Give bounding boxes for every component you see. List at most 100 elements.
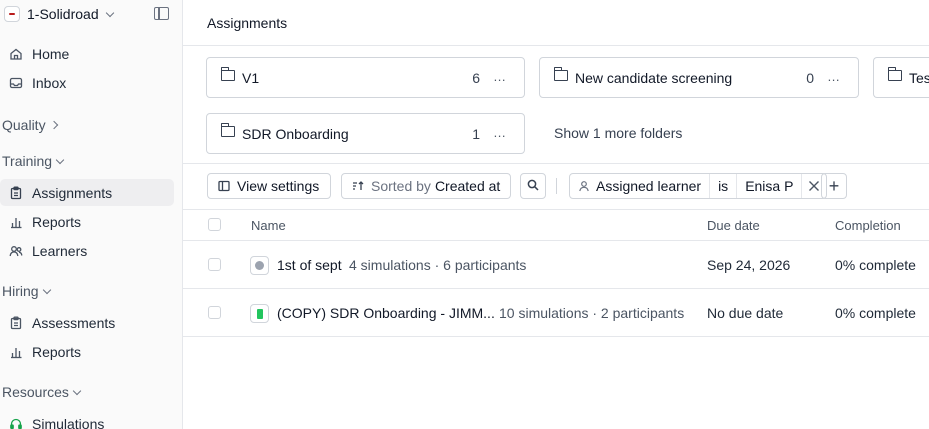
bar-chart-icon — [9, 215, 23, 229]
sort-button[interactable]: Sorted by Created at — [341, 173, 511, 199]
section-quality[interactable]: Quality — [2, 117, 58, 133]
search-button[interactable] — [520, 173, 546, 199]
workspace-name: 1-Solidroad — [27, 6, 99, 22]
folder-more-button[interactable]: ... — [494, 125, 506, 140]
table-row[interactable]: (COPY) SDR Onboarding - JIMM... 10 simul… — [183, 289, 929, 337]
inbox-icon — [9, 76, 23, 90]
sort-value: Created at — [434, 178, 501, 194]
row-checkbox[interactable] — [208, 258, 221, 271]
sidebar-item-home[interactable]: Home — [0, 40, 174, 67]
search-icon — [527, 178, 539, 194]
chevron-down-icon — [72, 386, 82, 395]
due-date: Sep 24, 2026 — [707, 257, 791, 273]
main-content: Assignments V1 6 ... New candidate scree… — [183, 0, 929, 429]
sidebar-item-hiring-reports[interactable]: Reports — [0, 338, 174, 365]
home-icon — [9, 47, 23, 61]
filter-operator[interactable]: is — [710, 174, 738, 198]
divider — [183, 163, 929, 164]
row-checkbox[interactable] — [208, 306, 221, 319]
table-header: Name Due date Completion — [183, 209, 929, 241]
page-title: Assignments — [207, 15, 288, 31]
section-label: Training — [2, 153, 53, 169]
view-settings-label: View settings — [237, 178, 320, 194]
folder-name: SDR Onboarding — [242, 125, 349, 142]
sort-icon — [351, 179, 365, 193]
sidebar-item-label: Reports — [32, 343, 82, 360]
chevron-down-icon — [55, 155, 65, 164]
view-settings-button[interactable]: View settings — [207, 173, 331, 199]
add-filter-button[interactable]: + — [821, 173, 847, 199]
assignment-meta: 4 simulations · 6 participants — [349, 257, 527, 273]
folder-card-tes[interactable]: Tes — [873, 57, 929, 98]
folder-icon — [553, 67, 568, 81]
assignment-name[interactable]: (COPY) SDR Onboarding - JIMM... — [277, 305, 495, 321]
section-label: Quality — [2, 117, 46, 133]
divider — [183, 45, 929, 46]
bar-chart-icon — [9, 345, 23, 359]
folder-name: V1 — [242, 69, 260, 86]
chevron-down-icon — [105, 8, 114, 17]
folder-count: 1 — [472, 125, 480, 142]
gray-dot-icon — [250, 256, 269, 275]
folder-more-button[interactable]: ... — [828, 69, 840, 84]
sidebar-item-learners[interactable]: Learners — [0, 237, 174, 264]
columns-icon — [217, 179, 231, 193]
column-header-due-date[interactable]: Due date — [707, 218, 760, 233]
sidebar-item-simulations[interactable]: Simulations — [0, 410, 174, 429]
toolbar-separator — [556, 178, 557, 194]
completion-status: 0% complete — [835, 305, 916, 321]
due-date: No due date — [707, 305, 784, 321]
section-label: Resources — [2, 384, 69, 400]
folder-count: 0 — [806, 69, 814, 86]
filter-value-label: Enisa P — [745, 178, 794, 194]
filter-value[interactable]: Enisa P — [737, 174, 803, 198]
sidebar-item-label: Home — [32, 45, 70, 62]
sidebar-item-inbox[interactable]: Inbox — [0, 69, 174, 96]
section-resources[interactable]: Resources — [2, 384, 82, 400]
sidebar-item-assessments[interactable]: Assessments — [0, 309, 174, 336]
filter-field-label: Assigned learner — [596, 178, 702, 194]
folder-icon — [887, 67, 902, 81]
folder-more-button[interactable]: ... — [494, 69, 506, 84]
sidebar-item-reports[interactable]: Reports — [0, 208, 174, 235]
section-training[interactable]: Training — [2, 153, 65, 169]
column-header-completion[interactable]: Completion — [835, 218, 901, 233]
chevron-right-icon — [49, 120, 58, 130]
show-more-folders-link[interactable]: Show 1 more folders — [554, 125, 682, 141]
sidebar-item-label: Inbox — [32, 74, 67, 91]
sort-prefix: Sorted by — [371, 178, 431, 194]
sidebar-item-label: Reports — [32, 213, 82, 230]
sidebar-toggle-icon[interactable] — [154, 7, 169, 20]
folder-card-new-candidate-screening[interactable]: New candidate screening 0 ... — [539, 57, 859, 98]
select-all-checkbox[interactable] — [208, 218, 221, 231]
assignment-meta: 10 simulations · 2 participants — [499, 305, 685, 321]
sidebar: 1-Solidroad Home Inbox Quality Training … — [0, 0, 183, 429]
chevron-down-icon — [42, 285, 51, 294]
folder-name: New candidate screening — [575, 69, 733, 86]
clipboard-icon — [9, 316, 23, 330]
section-label: Hiring — [2, 283, 39, 299]
filter-field[interactable]: Assigned learner — [570, 174, 711, 198]
section-hiring[interactable]: Hiring — [2, 283, 51, 299]
assignment-name[interactable]: 1st of sept — [277, 257, 342, 273]
folder-icon — [220, 123, 235, 137]
folder-card-v1[interactable]: V1 6 ... — [206, 57, 525, 98]
folder-card-sdr-onboarding[interactable]: SDR Onboarding 1 ... — [206, 113, 525, 154]
column-header-name[interactable]: Name — [251, 218, 286, 233]
green-doc-icon — [250, 304, 269, 323]
sidebar-item-label: Learners — [32, 242, 88, 259]
sidebar-item-assignments[interactable]: Assignments — [0, 179, 174, 206]
table-row[interactable]: 1st of sept 4 simulations · 6 participan… — [183, 241, 929, 289]
filter-operator-label: is — [718, 178, 729, 194]
user-icon — [578, 180, 590, 192]
completion-status: 0% complete — [835, 257, 916, 273]
close-icon — [808, 180, 820, 192]
folder-name: Tes — [909, 69, 929, 86]
folder-icon — [220, 67, 235, 81]
workspace-switcher[interactable]: 1-Solidroad — [4, 6, 114, 22]
filter-chip[interactable]: Assigned learner is Enisa P — [569, 173, 828, 199]
sidebar-item-label: Assignments — [32, 184, 113, 201]
users-icon — [9, 244, 23, 258]
folder-count: 6 — [472, 69, 480, 86]
sidebar-item-label: Assessments — [32, 314, 116, 331]
